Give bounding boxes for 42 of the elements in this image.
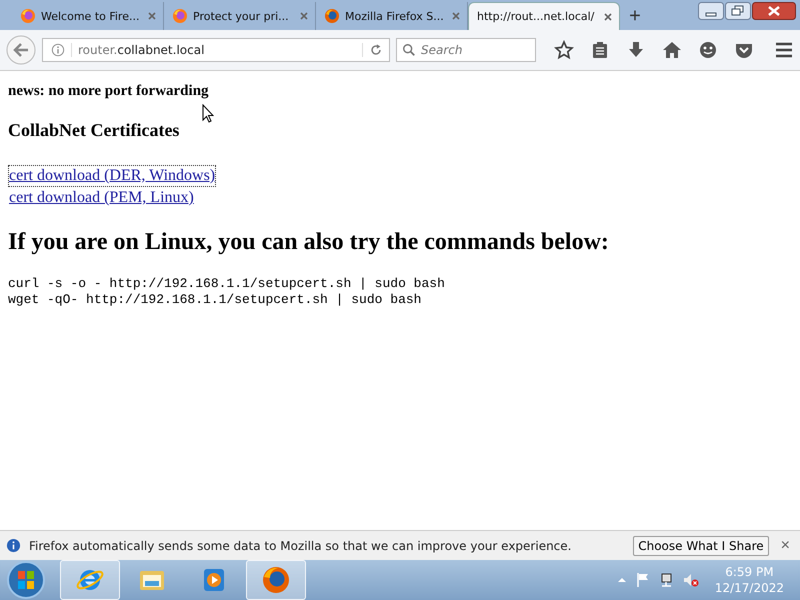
page-heading: CollabNet Certificates [8,120,180,141]
reload-icon[interactable] [362,43,383,57]
news-text: news: no more port forwarding [8,83,210,100]
minimize-icon[interactable] [698,2,724,20]
close-icon[interactable] [147,11,157,21]
taskbar-app-button[interactable] [246,560,306,600]
close-icon[interactable] [451,11,461,21]
close-window-icon[interactable] [752,2,796,20]
browser-tab[interactable]: http://rout...net.local/ [468,2,620,30]
address-field[interactable]: router.collabnet.local [42,38,390,62]
close-icon[interactable] [299,11,309,21]
command-line: curl -s -o - http://192.168.1.1/setupcert.sh | sudo bash [8,276,446,292]
info-icon [6,538,21,553]
restore-icon[interactable] [725,2,751,20]
close-icon[interactable] [603,12,613,22]
taskbar-app-button[interactable] [60,560,120,600]
firefox-icon [172,8,188,24]
firefox-icon [324,8,340,24]
firefox-icon [261,565,291,595]
cursor-icon [202,104,214,123]
clock-date: 12/17/2022 [714,580,784,596]
speaker-muted-icon[interactable] [682,572,699,588]
close-button[interactable]: × [776,536,794,554]
command-line: wget -qO- http://192.168.1.1/setupcert.sh | sudo bash [8,292,422,308]
smiley-icon[interactable] [698,40,718,60]
search-icon [402,43,416,57]
new-tab-button[interactable]: + [620,2,650,30]
firefox-icon [20,8,36,24]
info-icon[interactable] [51,43,65,57]
notification-message: Firefox automatically sends some data to Mozilla so that we can improve your experience. [29,538,572,552]
clock-time: 6:59 PM [725,564,774,580]
clipboard-icon[interactable] [590,40,610,60]
menu-icon[interactable] [774,40,794,60]
search-field[interactable]: Search [396,38,536,62]
home-icon[interactable] [662,40,682,60]
choose-what-i-share-button[interactable]: Choose What I Share [633,536,769,556]
download-link[interactable]: cert download (PEM, Linux) [8,187,195,209]
section-heading: If you are on Linux, you can also try the commands below: [8,229,610,256]
start-button[interactable] [6,560,46,600]
back-icon[interactable] [6,35,36,65]
star-icon[interactable] [554,40,574,60]
download-link[interactable]: cert download (DER, Windows) [8,165,216,187]
